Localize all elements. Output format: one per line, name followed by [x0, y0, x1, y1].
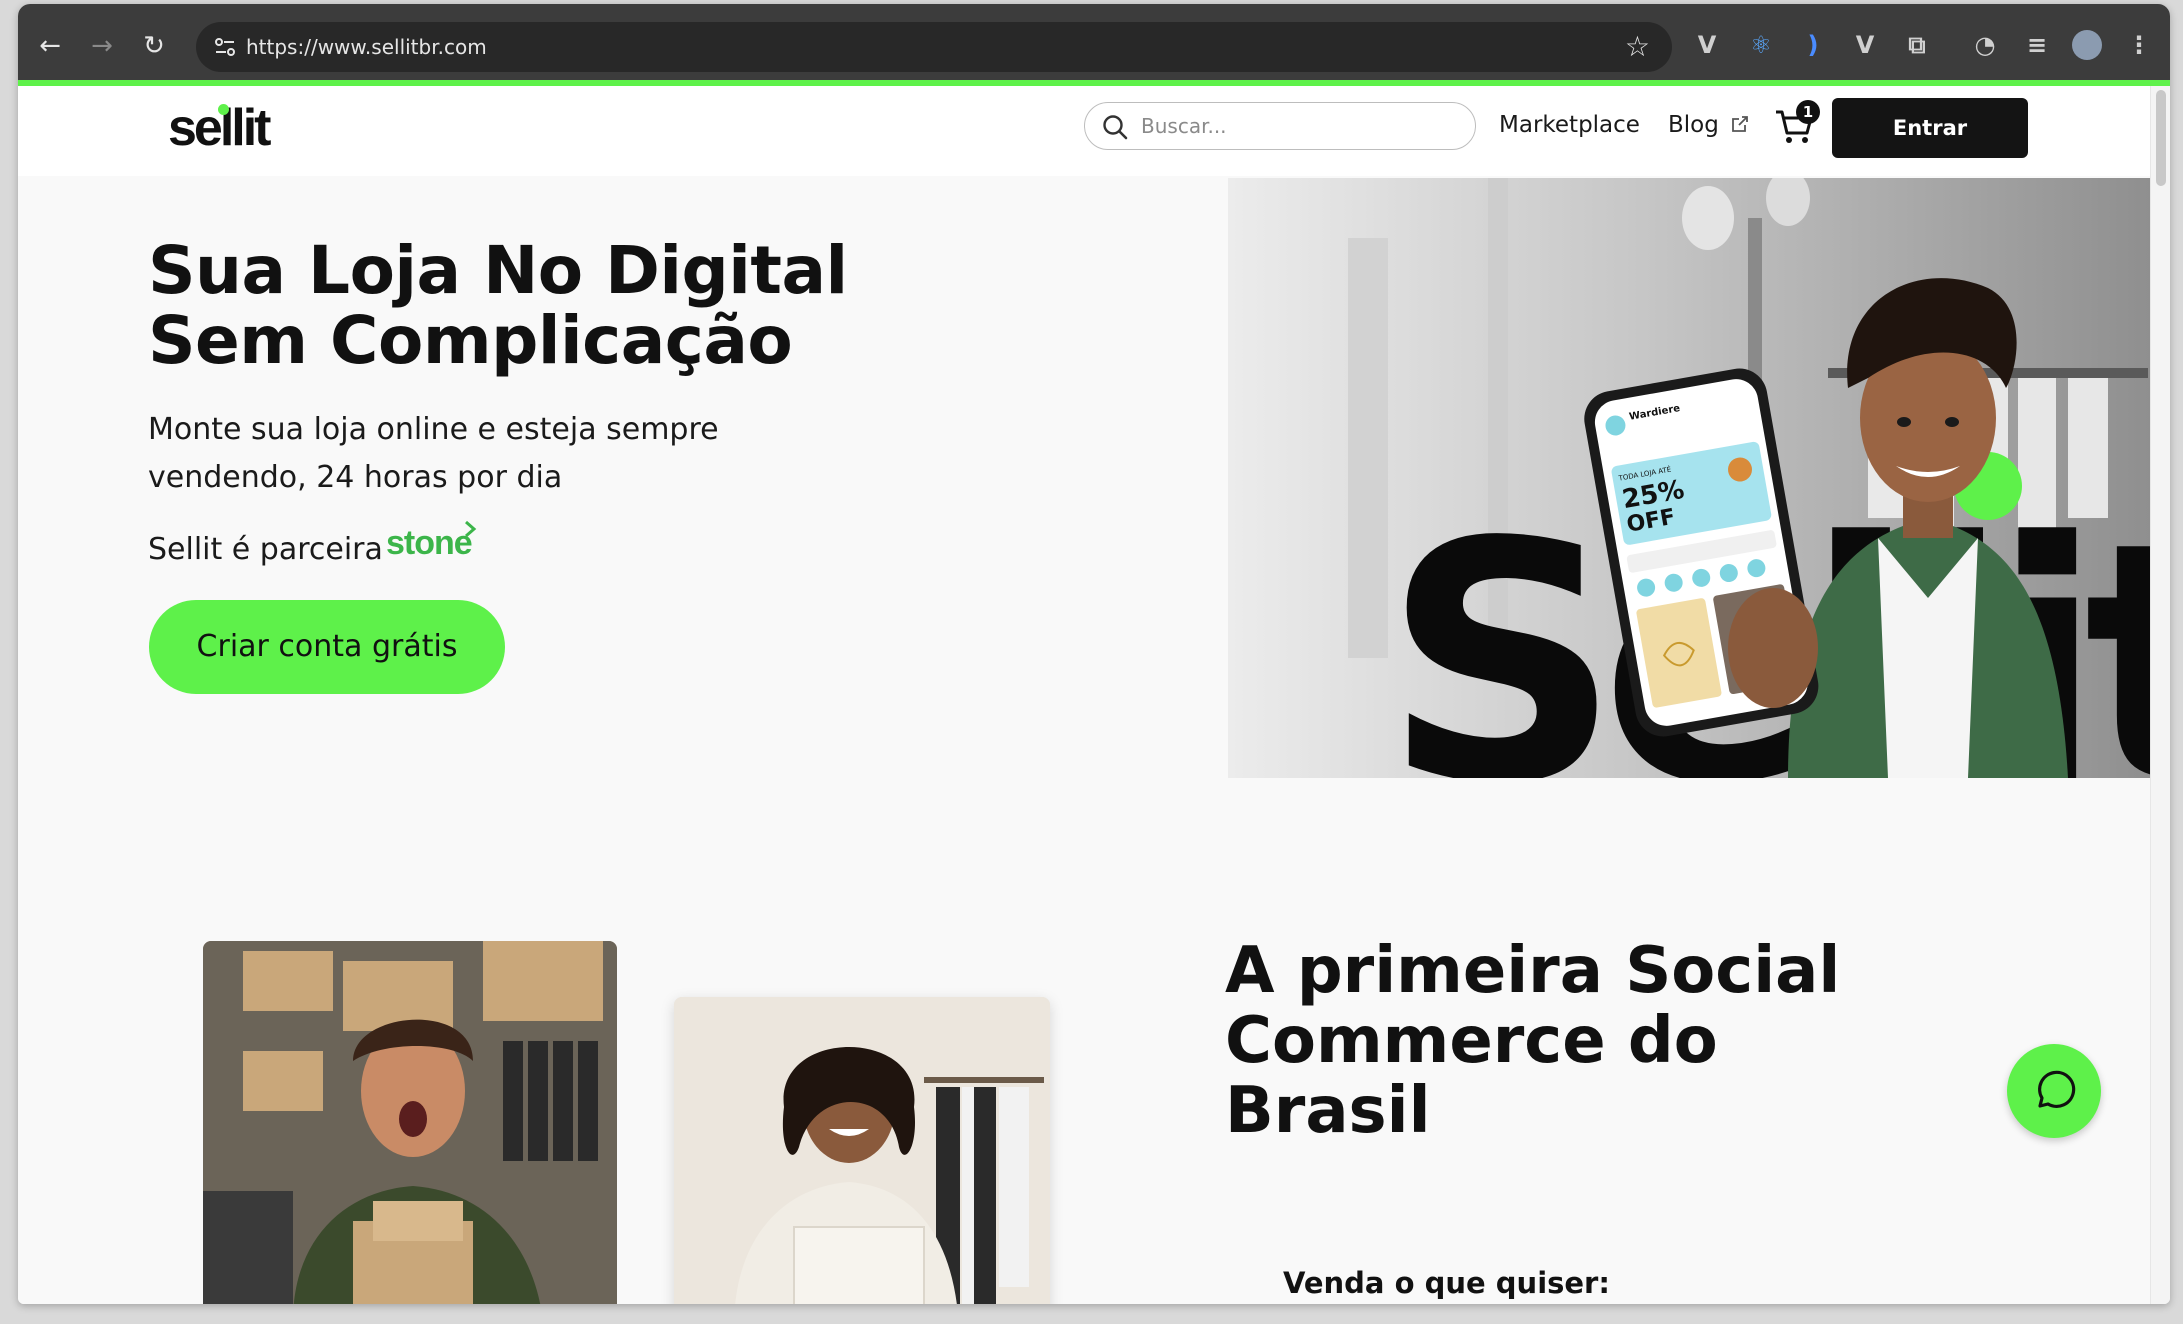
reload-icon[interactable]: ↻ — [134, 26, 174, 66]
create-account-button[interactable]: Criar conta grátis — [149, 600, 505, 694]
smiling-woman-photo — [674, 997, 1050, 1304]
url-text[interactable]: https://www.sellitbr.com — [246, 34, 487, 60]
logo-green-dot — [218, 104, 229, 115]
hero-illustration: Sellit Wardiere TODA LOJA AT — [1228, 178, 2150, 778]
browser-window: ← → ↻ https://www.sellitbr.com ☆ V ⚛ ) V… — [18, 4, 2170, 1304]
hero-image: Sellit Wardiere TODA LOJA AT — [1228, 178, 2150, 778]
partner-text: Sellit é parceira — [148, 532, 383, 567]
performance-icon[interactable]: ◔ — [1968, 26, 2002, 64]
back-icon[interactable]: ← — [30, 26, 70, 66]
browser-toolbar: ← → ↻ https://www.sellitbr.com ☆ V ⚛ ) V… — [18, 4, 2170, 86]
extension-v-icon[interactable]: V — [1690, 26, 1724, 64]
scrollbar-thumb[interactable] — [2156, 90, 2166, 186]
search-icon — [1103, 115, 1128, 140]
chat-button[interactable] — [2007, 1044, 2101, 1138]
extension-v2-icon[interactable]: V — [1848, 26, 1882, 64]
nav-blog-link[interactable]: Blog — [1668, 112, 1719, 138]
profile-avatar-icon[interactable] — [2072, 30, 2102, 60]
nav-marketplace-link[interactable]: Marketplace — [1499, 112, 1640, 138]
hero-subtitle: Monte sua loja online e esteja sempre ve… — [148, 412, 719, 495]
bookmark-star-icon[interactable]: ☆ — [1625, 30, 1650, 64]
extensions-puzzle-icon[interactable]: ⧉ — [1900, 26, 1934, 64]
section-subtitle: Venda o que quiser: — [1283, 1266, 1610, 1300]
search-input[interactable] — [1141, 111, 1461, 141]
site-header: sellit Marketplace Blog 1 Ent — [18, 86, 2150, 176]
section-title: A primeira Social Commerce do Brasil — [1225, 934, 1841, 1148]
login-button[interactable]: Entrar — [1832, 98, 2028, 158]
external-link-icon — [1732, 116, 1748, 132]
audio-extension-icon[interactable]: ) — [1796, 26, 1830, 64]
cart-count-badge: 1 — [1796, 100, 1820, 124]
react-devtools-icon[interactable]: ⚛ — [1744, 26, 1778, 64]
site-info-icon[interactable] — [212, 34, 238, 60]
address-bar[interactable]: https://www.sellitbr.com ☆ — [196, 22, 1672, 72]
menu-kebab-icon[interactable]: ⋮ — [2122, 26, 2156, 64]
chat-bubble-icon — [2038, 1070, 2076, 1108]
forward-icon[interactable]: → — [82, 26, 122, 66]
stone-logo-mark-icon — [465, 520, 477, 538]
excited-man-photo — [203, 941, 617, 1304]
web-page: sellit Marketplace Blog 1 Ent — [18, 86, 2150, 1304]
media-queue-icon[interactable]: ≡ — [2020, 26, 2054, 64]
search-box[interactable] — [1084, 102, 1476, 150]
hero-title-line2: Sem Complicação — [148, 302, 793, 379]
hero-title-line1: Sua Loja No Digital — [148, 232, 848, 309]
page-scrollbar[interactable] — [2150, 86, 2170, 1304]
hero-title: Sua Loja No Digital Sem Complicação — [148, 236, 1048, 376]
stone-logo: stone — [386, 524, 473, 562]
